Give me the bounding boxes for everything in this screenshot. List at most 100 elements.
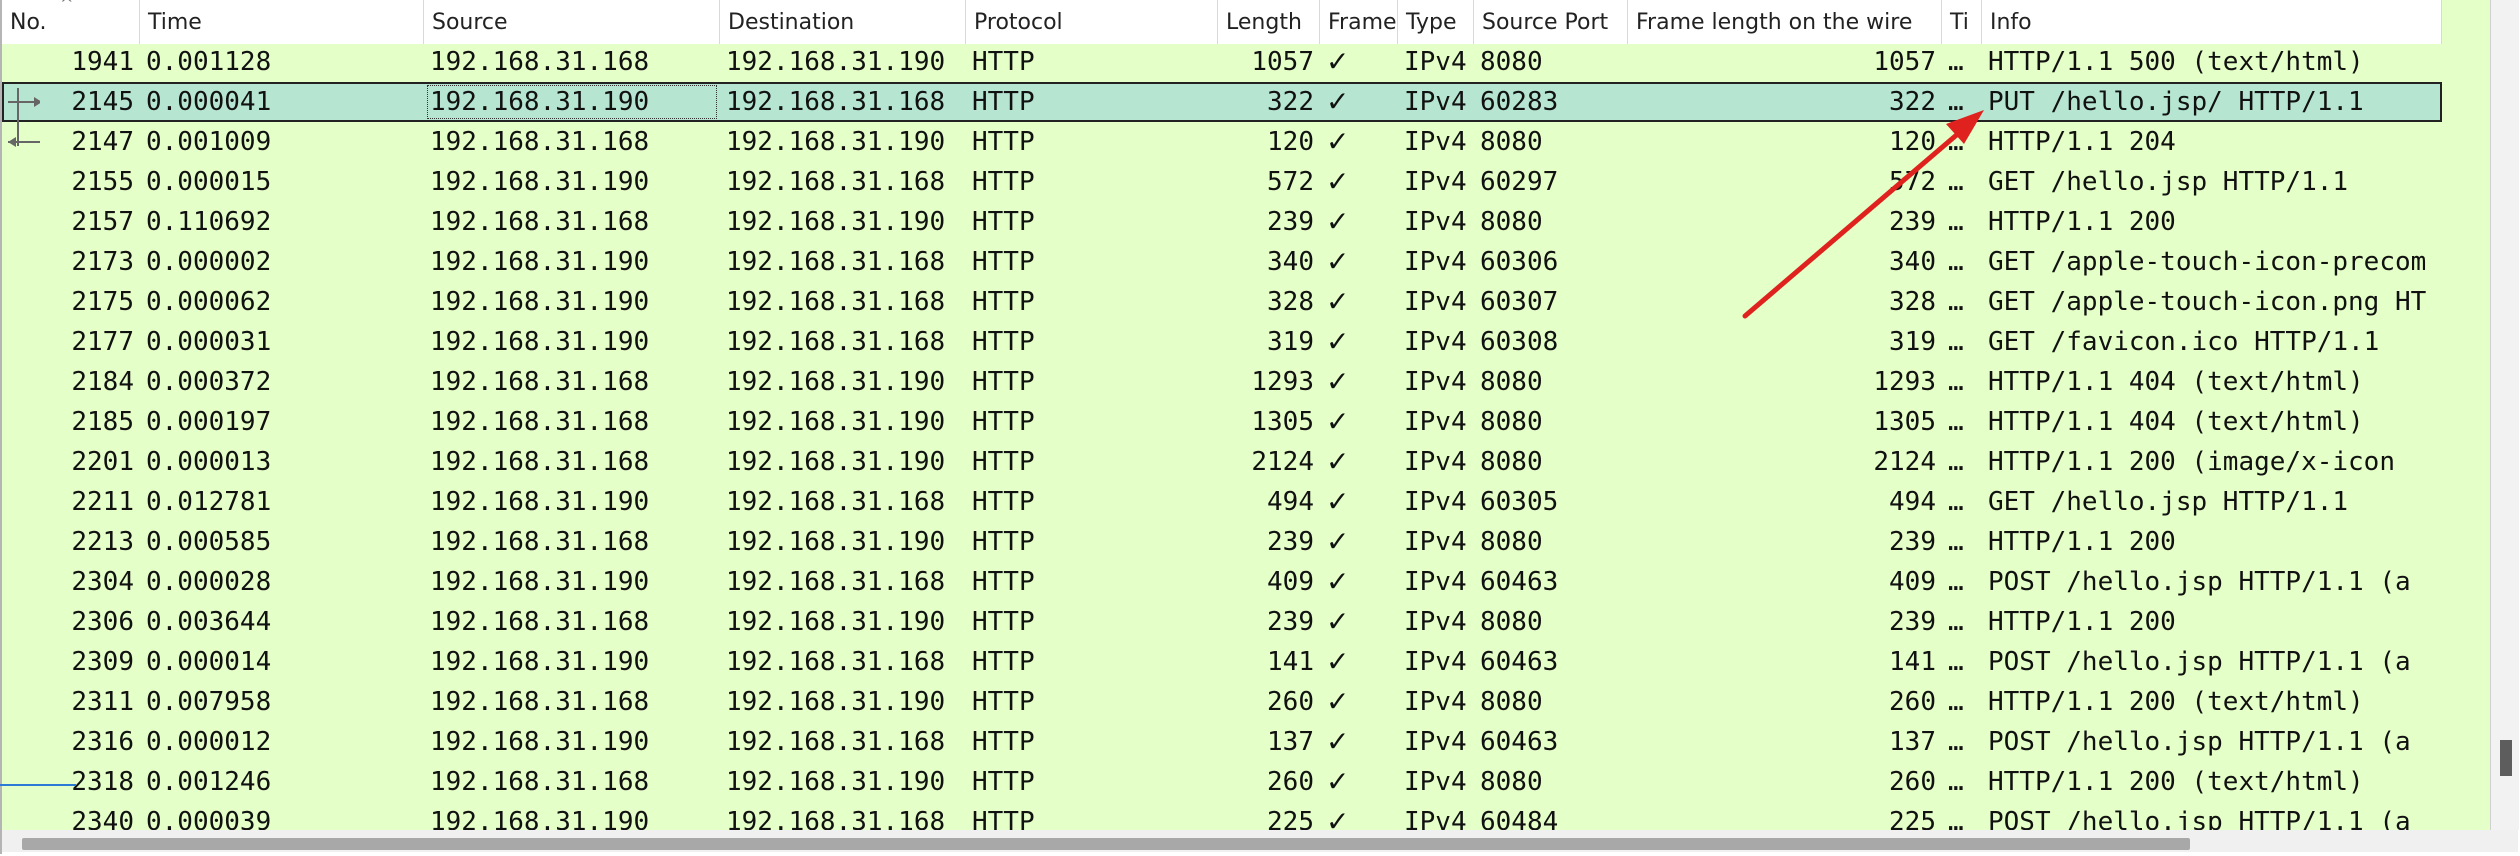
cell-type: IPv4 bbox=[1404, 487, 1467, 517]
packet-row[interactable]: 2318 0.001246 192.168.31.168 192.168.31.190… bbox=[2, 762, 2442, 802]
column-header-length[interactable]: Length bbox=[1218, 0, 1320, 44]
column-header-destination[interactable]: Destination bbox=[720, 0, 966, 44]
column-header-type[interactable]: Type bbox=[1398, 0, 1474, 44]
packet-row-selected[interactable]: 2145 0.000041 192.168.31.190 192.168.31.168… bbox=[2, 82, 2442, 122]
packet-row[interactable]: 2304 0.000028 192.168.31.190 192.168.31.168… bbox=[2, 562, 2442, 602]
cell-source: 192.168.31.190 bbox=[430, 727, 650, 757]
cell-length: 572 bbox=[1267, 167, 1314, 197]
cell-time: 0.110692 bbox=[146, 207, 272, 237]
cell-wire-len: 260 bbox=[1889, 767, 1936, 797]
packet-row[interactable]: 2311 0.007958 192.168.31.168 192.168.31.190… bbox=[2, 682, 2442, 722]
cell-time: 0.000015 bbox=[146, 167, 272, 197]
cell-wire-len: 1057 bbox=[1873, 47, 1936, 77]
packet-row[interactable]: 2316 0.000012 192.168.31.190 192.168.31.168… bbox=[2, 722, 2442, 762]
cell-destination: 192.168.31.190 bbox=[726, 447, 946, 477]
packet-row[interactable]: 2309 0.000014 192.168.31.190 192.168.31.168… bbox=[2, 642, 2442, 682]
cell-info: POST /hello.jsp HTTP/1.1 (a bbox=[1988, 567, 2411, 597]
packet-row[interactable]: 1941 0.001128 192.168.31.168 192.168.31.190… bbox=[2, 44, 2442, 82]
cell-destination: 192.168.31.168 bbox=[726, 327, 946, 357]
cell-time: 0.000028 bbox=[146, 567, 272, 597]
column-header-time[interactable]: Time bbox=[140, 0, 424, 44]
cell-protocol: HTTP bbox=[972, 87, 1035, 117]
cell-source: 192.168.31.190 bbox=[430, 567, 650, 597]
cell-source: 192.168.31.190 bbox=[430, 167, 650, 197]
cell-wire-len: 572 bbox=[1889, 167, 1936, 197]
cell-destination: 192.168.31.168 bbox=[726, 247, 946, 277]
cell-no: 2213 bbox=[71, 527, 134, 557]
minimap-position-marker bbox=[0, 784, 76, 786]
cell-no: 2201 bbox=[71, 447, 134, 477]
cell-destination: 192.168.31.190 bbox=[726, 687, 946, 717]
packet-list[interactable]: 1941 0.001128 192.168.31.168 192.168.31.190… bbox=[2, 44, 2442, 830]
cell-src-port: 60306 bbox=[1480, 247, 1559, 277]
cell-source: 192.168.31.190 bbox=[430, 807, 650, 830]
vertical-scrollbar-thumb[interactable] bbox=[2500, 740, 2512, 776]
packet-row[interactable]: 2306 0.003644 192.168.31.168 192.168.31.190… bbox=[2, 602, 2442, 642]
cell-length: 239 bbox=[1267, 527, 1314, 557]
column-header-src-port[interactable]: Source Port bbox=[1474, 0, 1628, 44]
cell-type: IPv4 bbox=[1404, 367, 1467, 397]
packet-row[interactable]: 2157 0.110692 192.168.31.168 192.168.31.190… bbox=[2, 202, 2442, 242]
cell-ti: … bbox=[1948, 247, 1964, 277]
cell-frame: ✓ bbox=[1326, 285, 1350, 318]
cell-source: 192.168.31.190 bbox=[430, 647, 650, 677]
cell-info: PUT /hello.jsp/ HTTP/1.1 bbox=[1988, 87, 2364, 117]
cell-no: 2340 bbox=[71, 807, 134, 830]
cell-destination: 192.168.31.190 bbox=[726, 527, 946, 557]
cell-length: 120 bbox=[1267, 127, 1314, 157]
packet-row[interactable]: 2184 0.000372 192.168.31.168 192.168.31.190… bbox=[2, 362, 2442, 402]
cell-source: 192.168.31.168 bbox=[430, 47, 650, 77]
cell-wire-len: 1305 bbox=[1873, 407, 1936, 437]
packet-row[interactable]: 2211 0.012781 192.168.31.190 192.168.31.168… bbox=[2, 482, 2442, 522]
packet-minimap[interactable] bbox=[2442, 0, 2491, 830]
cell-no: 2318 bbox=[71, 767, 134, 797]
cell-protocol: HTTP bbox=[972, 47, 1035, 77]
cell-frame: ✓ bbox=[1326, 805, 1350, 830]
column-header-wire-len[interactable]: Frame length on the wire bbox=[1628, 0, 1942, 44]
cell-type: IPv4 bbox=[1404, 127, 1467, 157]
cell-src-port: 8080 bbox=[1480, 127, 1543, 157]
cell-type: IPv4 bbox=[1404, 767, 1467, 797]
cell-info: HTTP/1.1 500 (text/html) bbox=[1988, 47, 2364, 77]
cell-ti: … bbox=[1948, 407, 1964, 437]
cell-protocol: HTTP bbox=[972, 727, 1035, 757]
horizontal-scrollbar-thumb[interactable] bbox=[22, 838, 2190, 850]
packet-row[interactable]: 2173 0.000002 192.168.31.190 192.168.31.168… bbox=[2, 242, 2442, 282]
cell-time: 0.001128 bbox=[146, 47, 272, 77]
cell-type: IPv4 bbox=[1404, 647, 1467, 677]
packet-row[interactable]: 2155 0.000015 192.168.31.190 192.168.31.168… bbox=[2, 162, 2442, 202]
cell-type: IPv4 bbox=[1404, 167, 1467, 197]
cell-info: POST /hello.jsp HTTP/1.1 (a bbox=[1988, 647, 2411, 677]
cell-type: IPv4 bbox=[1404, 567, 1467, 597]
cell-src-port: 8080 bbox=[1480, 767, 1543, 797]
cell-ti: … bbox=[1948, 527, 1964, 557]
cell-type: IPv4 bbox=[1404, 87, 1467, 117]
cell-source: 192.168.31.190 bbox=[430, 247, 650, 277]
cell-frame: ✓ bbox=[1326, 45, 1350, 78]
cell-wire-len: 239 bbox=[1889, 527, 1936, 557]
column-header-info[interactable]: Info bbox=[1982, 0, 2442, 44]
packet-row[interactable]: 2201 0.000013 192.168.31.168 192.168.31.190… bbox=[2, 442, 2442, 482]
column-header-frame[interactable]: Frame bbox=[1320, 0, 1398, 44]
cell-wire-len: 494 bbox=[1889, 487, 1936, 517]
packet-row[interactable]: 2177 0.000031 192.168.31.190 192.168.31.168… bbox=[2, 322, 2442, 362]
cell-destination: 192.168.31.168 bbox=[726, 87, 946, 117]
cell-no: 2175 bbox=[71, 287, 134, 317]
packet-row[interactable]: 2340 0.000039 192.168.31.190 192.168.31.168… bbox=[2, 802, 2442, 830]
column-header-ti[interactable]: Ti bbox=[1942, 0, 1982, 44]
packet-row[interactable]: 2175 0.000062 192.168.31.190 192.168.31.168… bbox=[2, 282, 2442, 322]
cell-time: 0.000031 bbox=[146, 327, 272, 357]
cell-protocol: HTTP bbox=[972, 127, 1035, 157]
vertical-scrollbar[interactable] bbox=[2490, 0, 2519, 830]
cell-destination: 192.168.31.190 bbox=[726, 367, 946, 397]
cell-time: 0.003644 bbox=[146, 607, 272, 637]
column-header-protocol[interactable]: Protocol bbox=[966, 0, 1218, 44]
cell-no: 2304 bbox=[71, 567, 134, 597]
column-header-source[interactable]: Source bbox=[424, 0, 720, 44]
packet-row[interactable]: 2147 0.001009 192.168.31.168 192.168.31.190… bbox=[2, 122, 2442, 162]
cell-source: 192.168.31.168 bbox=[430, 527, 650, 557]
packet-row[interactable]: 2185 0.000197 192.168.31.168 192.168.31.190… bbox=[2, 402, 2442, 442]
packet-row[interactable]: 2213 0.000585 192.168.31.168 192.168.31.190… bbox=[2, 522, 2442, 562]
cell-ti: … bbox=[1948, 567, 1964, 597]
cell-destination: 192.168.31.190 bbox=[726, 407, 946, 437]
